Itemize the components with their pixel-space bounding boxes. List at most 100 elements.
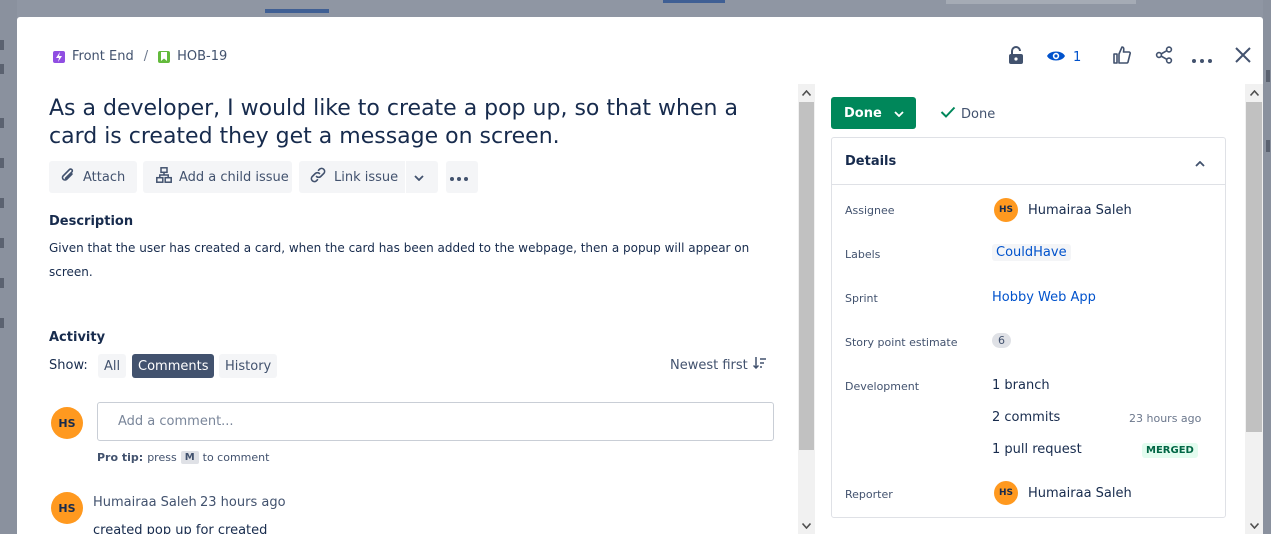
avatar: HS: [51, 407, 83, 439]
show-label-wrap: Show:: [49, 358, 88, 373]
pro-tip-key: M: [180, 451, 199, 464]
pro-tip: Pro tip: press M to comment: [97, 451, 269, 464]
comment-avatar: HS: [51, 492, 83, 524]
toolbar-more-button[interactable]: [446, 161, 478, 193]
scroll-down-arrow[interactable]: [798, 517, 815, 534]
story-points-field[interactable]: 6: [992, 333, 1011, 348]
add-child-label: Add a child issue: [179, 169, 289, 185]
breadcrumb: Front End / HOB-19: [53, 49, 227, 64]
child-issue-icon: [156, 167, 179, 187]
details-header[interactable]: Details: [832, 138, 1225, 185]
sprint-label: Sprint: [845, 292, 878, 305]
issue-modal: Front End / HOB-19 1 As a developer, I w…: [17, 17, 1263, 534]
sort-icon: [752, 357, 767, 373]
sort-button[interactable]: Newest first: [670, 357, 767, 373]
close-icon: [1235, 47, 1251, 67]
scroll-thumb[interactable]: [799, 102, 814, 450]
link-issue-dropdown[interactable]: [406, 161, 438, 193]
resolution-label: Done: [961, 106, 996, 122]
comment-author[interactable]: Humairaa Saleh: [93, 495, 197, 510]
paperclip-icon: [60, 166, 83, 188]
more-actions-button[interactable]: [1190, 45, 1214, 69]
comment-body: created pop up for created: [93, 523, 268, 534]
breadcrumb-project[interactable]: Front End: [72, 49, 134, 64]
main-scrollbar[interactable]: [798, 84, 815, 534]
share-button[interactable]: [1152, 45, 1176, 69]
attach-button[interactable]: Attach: [49, 161, 137, 193]
activity-heading: Activity: [49, 330, 106, 345]
labels-field[interactable]: CouldHave: [992, 244, 1071, 261]
labels-label: Labels: [845, 248, 881, 261]
pr-status-badge: MERGED: [1142, 443, 1198, 458]
unlock-icon: [1008, 46, 1024, 68]
dev-commits[interactable]: 2 commits: [992, 410, 1060, 425]
filter-history[interactable]: History: [219, 354, 278, 378]
add-child-issue-button[interactable]: Add a child issue: [143, 161, 292, 193]
more-icon: [449, 170, 475, 185]
scroll-up-arrow[interactable]: [798, 84, 815, 101]
pro-tip-prefix: Pro tip:: [97, 451, 144, 464]
backdrop-tab-indicator: [265, 9, 329, 13]
thumbs-up-icon: [1113, 46, 1131, 68]
epic-icon: [53, 50, 65, 63]
show-label: Show:: [49, 358, 88, 373]
status-label: Done: [844, 105, 882, 121]
filter-comments[interactable]: Comments: [132, 354, 215, 378]
sprint-field[interactable]: Hobby Web App: [992, 290, 1096, 305]
dev-commits-time: 23 hours ago: [1129, 412, 1202, 425]
sort-label: Newest first: [670, 357, 748, 373]
chevron-down-icon: [413, 170, 431, 185]
breadcrumb-separator: /: [143, 49, 149, 64]
dev-branch[interactable]: 1 branch: [992, 378, 1050, 393]
watch-button[interactable]: 1: [1046, 45, 1092, 69]
chevron-down-icon: [882, 106, 904, 121]
scroll-thumb[interactable]: [1246, 102, 1262, 432]
check-icon: [940, 106, 961, 122]
sidebar-scrollbar[interactable]: [1245, 84, 1263, 534]
backdrop-search: [946, 0, 1136, 4]
details-panel: Details Assignee HS Humairaa Saleh Label…: [831, 137, 1226, 518]
reporter-name: Humairaa Saleh: [1028, 485, 1132, 501]
reporter-field[interactable]: HS Humairaa Saleh: [994, 481, 1132, 505]
scroll-up-arrow[interactable]: [1245, 84, 1263, 101]
share-icon: [1155, 46, 1173, 68]
backdrop-right-edge: [1263, 0, 1271, 534]
sprint-link[interactable]: Hobby Web App: [992, 290, 1096, 305]
lock-button[interactable]: [1004, 45, 1028, 69]
description-heading: Description: [49, 214, 134, 229]
status-button[interactable]: Done: [831, 97, 916, 129]
assignee-field[interactable]: HS Humairaa Saleh: [994, 198, 1132, 222]
reporter-avatar: HS: [994, 481, 1018, 505]
watch-count: 1: [1073, 49, 1082, 65]
link-issue-button[interactable]: Link issue: [299, 161, 405, 193]
filter-all[interactable]: All: [98, 354, 127, 378]
scroll-down-arrow[interactable]: [1245, 517, 1263, 534]
attach-label: Attach: [83, 169, 126, 185]
story-points-label: Story point estimate: [845, 336, 958, 349]
breadcrumb-issue-key[interactable]: HOB-19: [177, 49, 227, 64]
comment-time: 23 hours ago: [200, 495, 286, 510]
description-text[interactable]: Given that the user has created a card, …: [49, 236, 769, 284]
chevron-up-icon: [1195, 156, 1205, 171]
eye-icon: [1046, 48, 1066, 67]
dev-pull-request[interactable]: 1 pull request: [992, 442, 1082, 457]
comment-input[interactable]: Add a comment...: [97, 402, 774, 441]
link-issue-label: Link issue: [334, 169, 399, 185]
backdrop-sidebar: [0, 0, 17, 534]
resolution: Done: [940, 106, 995, 122]
development-label: Development: [845, 380, 920, 393]
label-tag[interactable]: CouldHave: [992, 244, 1071, 261]
story-points-badge: 6: [992, 333, 1011, 348]
close-button[interactable]: [1231, 45, 1255, 69]
reporter-label: Reporter: [845, 488, 893, 501]
pro-tip-suffix: to comment: [202, 451, 270, 464]
link-icon: [309, 166, 334, 188]
issue-title[interactable]: As a developer, I would like to create a…: [49, 95, 769, 151]
assignee-label: Assignee: [845, 204, 895, 217]
pro-tip-press: press: [147, 451, 177, 464]
assignee-avatar: HS: [994, 198, 1018, 222]
details-heading: Details: [845, 153, 897, 169]
assignee-name: Humairaa Saleh: [1028, 202, 1132, 218]
like-button[interactable]: [1110, 45, 1134, 69]
backdrop-button: [663, 0, 725, 3]
